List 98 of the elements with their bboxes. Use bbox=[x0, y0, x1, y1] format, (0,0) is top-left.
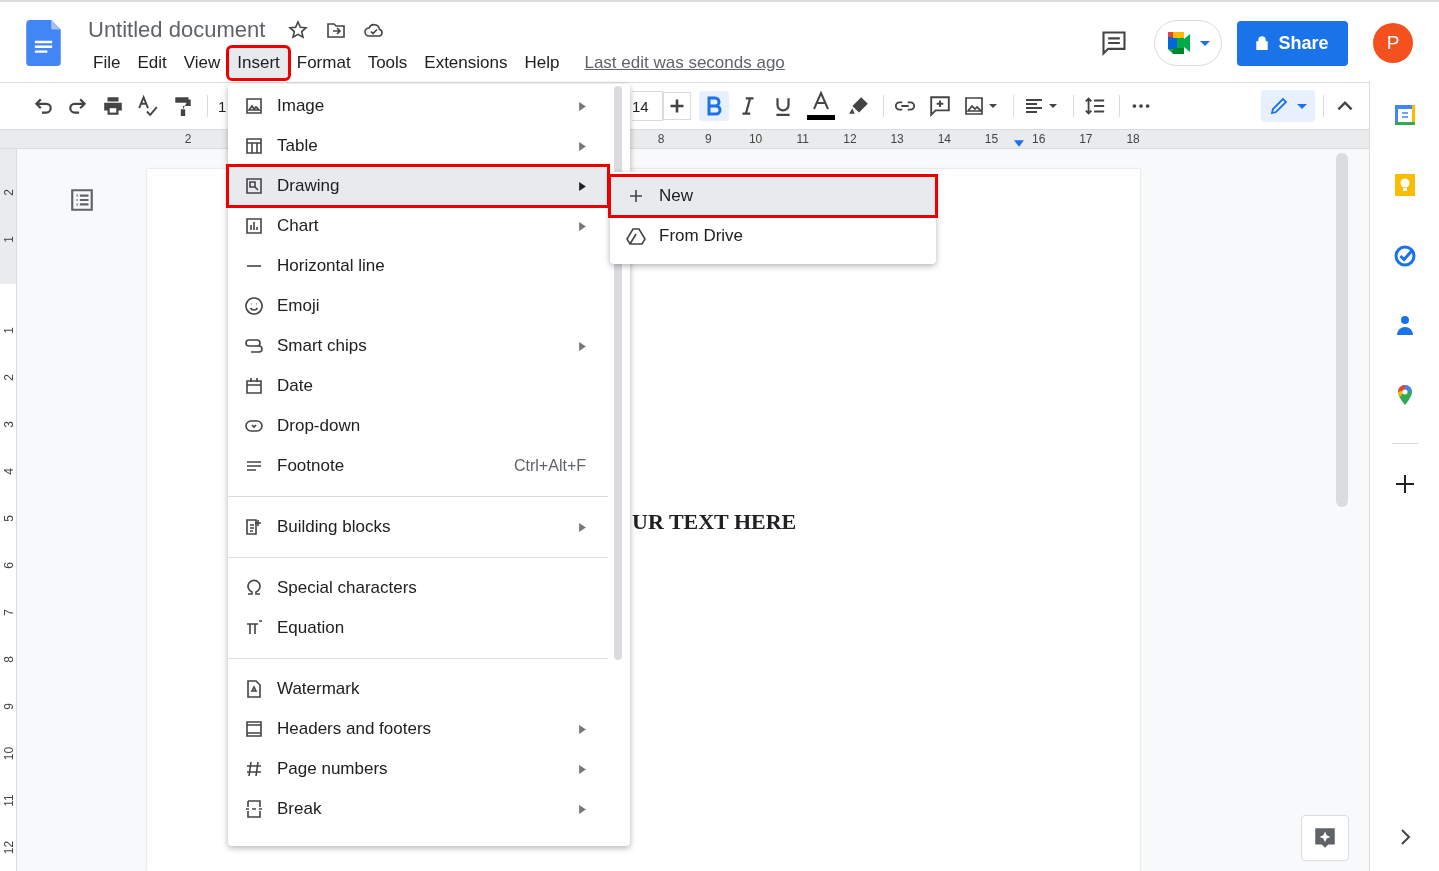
ruler-number: 13 bbox=[889, 132, 905, 146]
ruler-number: 8 bbox=[656, 132, 666, 146]
move-folder-icon[interactable] bbox=[325, 20, 348, 40]
bold-icon[interactable] bbox=[699, 91, 729, 121]
menu-bar-item[interactable]: View bbox=[175, 48, 229, 78]
last-edit-link[interactable]: Last edit was seconds ago bbox=[584, 53, 785, 73]
ruler-number: 15 bbox=[983, 132, 1000, 146]
ruler-number: 6 bbox=[0, 561, 16, 571]
ruler-number: 10 bbox=[0, 745, 16, 762]
omega-icon bbox=[244, 578, 264, 598]
menu-bar-item[interactable]: Tools bbox=[359, 48, 416, 78]
menu-item[interactable]: Break bbox=[228, 789, 608, 829]
ruler-number: 2 bbox=[0, 188, 16, 198]
menu-item[interactable]: Emoji bbox=[228, 286, 608, 326]
ruler-number: 9 bbox=[0, 702, 16, 712]
menu-item[interactable]: Headers and footers bbox=[228, 709, 608, 749]
star-icon[interactable] bbox=[287, 20, 310, 40]
menu-bar-item[interactable]: Extensions bbox=[416, 48, 516, 78]
calendar-icon bbox=[244, 376, 264, 396]
share-button[interactable]: Share bbox=[1237, 20, 1348, 66]
plus-icon[interactable] bbox=[663, 92, 691, 120]
drawing-icon bbox=[244, 176, 264, 196]
horizontal-line-icon bbox=[246, 265, 262, 267]
docs-logo[interactable] bbox=[26, 20, 61, 66]
chips-icon bbox=[244, 336, 264, 356]
ruler-number: 11 bbox=[795, 132, 810, 146]
ruler-number: 18 bbox=[1125, 132, 1141, 146]
menu-item[interactable]: Footnote Ctrl+Alt+F bbox=[228, 446, 608, 486]
outline-icon[interactable] bbox=[69, 187, 95, 213]
editing-mode-button[interactable] bbox=[1261, 90, 1315, 122]
image-icon bbox=[244, 96, 264, 116]
ruler-number: 2 bbox=[0, 373, 16, 383]
table-icon bbox=[244, 136, 264, 156]
menu-bar-item[interactable]: Help bbox=[516, 48, 568, 78]
menu-item[interactable]: From Drive bbox=[610, 216, 936, 256]
menu-item[interactable]: Equation bbox=[228, 608, 608, 648]
ruler-number: 3 bbox=[0, 420, 16, 430]
menu-bar-item[interactable]: Insert bbox=[229, 48, 288, 78]
ruler-number: 12 bbox=[0, 839, 16, 856]
menu-item[interactable]: Page numbers bbox=[228, 749, 608, 789]
hash-icon bbox=[244, 759, 264, 779]
menu-item[interactable]: Drop-down bbox=[228, 406, 608, 446]
text-color-icon[interactable] bbox=[807, 91, 835, 121]
font-name[interactable]: 1 bbox=[218, 97, 227, 115]
lock-icon bbox=[1256, 36, 1269, 50]
ruler-number: 11 bbox=[0, 793, 16, 809]
menu-item[interactable]: Smart chips bbox=[228, 326, 608, 366]
ruler-number: 9 bbox=[704, 132, 713, 146]
menu-item[interactable]: New bbox=[610, 176, 936, 216]
meet-button[interactable] bbox=[1154, 20, 1222, 66]
calendar-icon[interactable] bbox=[1392, 103, 1417, 127]
page-break-icon bbox=[244, 799, 264, 819]
menu-item[interactable]: Drawing bbox=[228, 166, 608, 206]
menu-item[interactable]: Table bbox=[228, 126, 608, 166]
menu-bar-item[interactable]: File bbox=[85, 48, 129, 78]
ruler-number: 8 bbox=[0, 655, 16, 665]
ruler-number: 5 bbox=[0, 514, 16, 524]
insert-image-icon[interactable] bbox=[964, 95, 1000, 117]
document-title[interactable]: Untitled document bbox=[88, 17, 266, 43]
explore-button[interactable] bbox=[1301, 815, 1349, 861]
tasks-icon[interactable] bbox=[1392, 243, 1417, 267]
line-spacing-icon[interactable] bbox=[1084, 95, 1106, 117]
ruler-number: 4 bbox=[0, 467, 16, 477]
menu-item[interactable]: Chart bbox=[228, 206, 608, 246]
spellcheck-icon[interactable] bbox=[137, 95, 159, 117]
font-size-field[interactable]: 14 bbox=[632, 91, 663, 121]
ruler-number: 2 bbox=[183, 132, 193, 146]
add-comment-icon[interactable] bbox=[929, 95, 951, 117]
menu-item[interactable]: Building blocks bbox=[228, 507, 608, 547]
ruler-number: 17 bbox=[1078, 132, 1094, 146]
menu-bar-item[interactable]: Format bbox=[288, 48, 359, 78]
ruler-number: 14 bbox=[936, 132, 952, 146]
pencil-icon bbox=[1269, 96, 1289, 116]
highlighter-icon[interactable] bbox=[848, 95, 870, 117]
menu-item[interactable]: Watermark bbox=[228, 669, 608, 709]
caret-icon bbox=[1297, 103, 1307, 109]
ruler-number: 10 bbox=[747, 132, 764, 146]
ruler-number: 16 bbox=[1031, 132, 1047, 146]
header-footer-icon bbox=[244, 719, 264, 739]
print-icon[interactable] bbox=[102, 95, 124, 117]
document-text: UR TEXT HERE bbox=[632, 509, 797, 534]
ruler-number: 1 bbox=[0, 235, 16, 245]
watermark-icon bbox=[244, 679, 264, 699]
menu-item[interactable]: Horizontal line bbox=[228, 246, 608, 286]
ruler-number: 7 bbox=[0, 608, 16, 618]
menu-item[interactable]: Special characters bbox=[228, 568, 608, 608]
ruler-number: 1 bbox=[0, 326, 16, 336]
ruler-number: 12 bbox=[842, 132, 858, 146]
chart-icon bbox=[244, 216, 264, 236]
paint-format-icon[interactable] bbox=[172, 95, 194, 117]
menu-bar-item[interactable]: Edit bbox=[129, 48, 175, 78]
indent-marker-icon[interactable] bbox=[1014, 140, 1024, 147]
comments-icon[interactable] bbox=[1100, 29, 1128, 57]
emoji-icon bbox=[244, 296, 264, 316]
menu-item[interactable]: Image bbox=[228, 86, 608, 126]
caret-icon bbox=[1200, 40, 1210, 46]
scrollbar-thumb[interactable] bbox=[1336, 153, 1348, 507]
menu-item[interactable]: Date bbox=[228, 366, 608, 406]
